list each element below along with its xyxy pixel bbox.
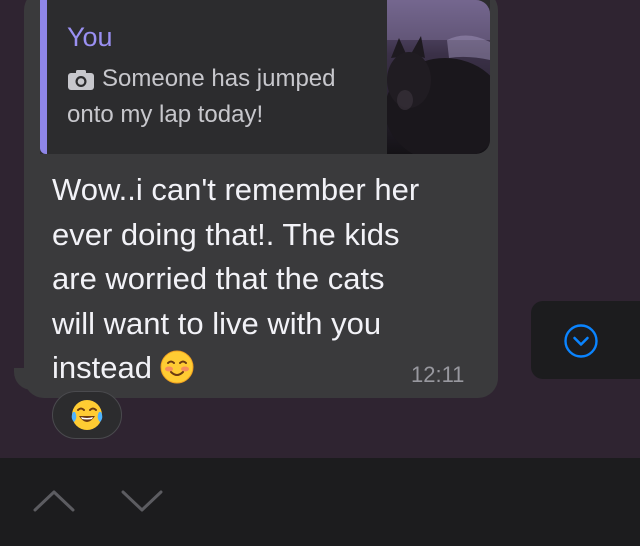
reply-quote[interactable]: You Someone has jumped onto my lap today… (40, 0, 490, 154)
message-timestamp: 12:11 (411, 362, 465, 387)
message-line-last: instead (52, 346, 472, 397)
smiling-face-with-blush-icon (160, 350, 194, 397)
face-with-tears-of-joy-icon (71, 400, 103, 430)
message-line: ever doing that!. The kids (52, 216, 400, 252)
quote-author: You (67, 22, 113, 52)
message-line: are worried that the cats (52, 261, 385, 296)
quote-accent-bar (40, 0, 47, 154)
reaction-badge[interactable] (52, 391, 122, 439)
message-text: Wow..i can't remember her ever doing tha… (52, 168, 472, 397)
bottom-toolbar (0, 458, 640, 546)
message-line: will want to live with you (52, 305, 382, 341)
camera-icon (68, 70, 94, 90)
cat-photo-thumbnail[interactable] (387, 0, 490, 154)
quote-text-line-1: Someone has jumped (102, 65, 336, 92)
chevron-down-icon[interactable] (120, 488, 164, 514)
chat-area: You Someone has jumped onto my lap today… (0, 0, 640, 458)
message-line: Wow..i can't remember her (52, 172, 420, 207)
scroll-to-bottom-button[interactable] (531, 301, 640, 379)
quote-text-line-2: onto my lap today! (67, 101, 264, 128)
chevron-down-circle-icon (564, 324, 598, 358)
message-line-text: instead (52, 350, 152, 385)
chevron-up-icon[interactable] (32, 488, 76, 514)
